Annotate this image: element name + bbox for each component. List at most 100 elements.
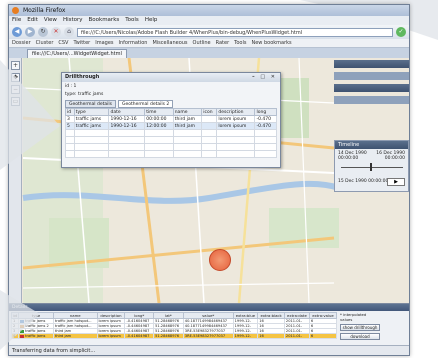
column-header[interactable]: time bbox=[144, 108, 174, 116]
column-header[interactable]: type bbox=[73, 108, 110, 116]
stop-icon[interactable]: ✕ bbox=[51, 27, 61, 37]
bookmark-item[interactable]: Information bbox=[119, 39, 148, 47]
timeline-slider-handle[interactable] bbox=[370, 163, 372, 171]
menu-bookmarks[interactable]: Bookmarks bbox=[89, 16, 120, 25]
bookmark-item[interactable]: Cluster bbox=[36, 39, 54, 47]
panel-section-header[interactable] bbox=[334, 72, 409, 80]
tab-geothermal-details[interactable]: Geothermal details bbox=[65, 100, 116, 108]
firefox-icon bbox=[12, 7, 19, 14]
reload-icon[interactable]: ↻ bbox=[38, 27, 48, 37]
column-header[interactable]: description bbox=[96, 312, 126, 319]
bookmark-item[interactable]: CSV bbox=[58, 39, 68, 47]
details-side-controls: * interpolated values show drillthrough … bbox=[340, 312, 406, 342]
navigation-toolbar: ◀ ▶ ↻ ✕ ⌂ file:///C:/Users/Nicolas/Adobe… bbox=[9, 25, 409, 39]
dialog-meta-id: id : 1 bbox=[65, 84, 77, 89]
zoom-in-icon[interactable]: + bbox=[11, 61, 20, 70]
table-row[interactable]: 3 traffic jams 1990-12-16 00:00:00 third… bbox=[65, 115, 277, 123]
url-field[interactable]: file:///C:/Users/Nicolas/Adobe Flash Bui… bbox=[77, 27, 393, 37]
cell-name: third jam bbox=[52, 333, 98, 339]
tab-geothermal-details-2[interactable]: Geothermal details 2 bbox=[117, 100, 174, 108]
column-header[interactable]: long bbox=[254, 108, 277, 116]
table-row[interactable]: 3traffic jamsthird jamlorem ipsum-0.4460… bbox=[10, 328, 338, 334]
cell-lat: 51.28468976 bbox=[153, 333, 184, 339]
bookmark-item[interactable]: New bookmarks bbox=[251, 39, 291, 47]
column-header[interactable]: id bbox=[65, 108, 75, 116]
cell-date: 2011-01- bbox=[283, 333, 310, 339]
menu-bar: File Edit View History Bookmarks Tools H… bbox=[9, 16, 409, 25]
cell-type: traffic jams bbox=[73, 115, 110, 123]
column-header[interactable]: extra:black bbox=[257, 312, 285, 319]
cell-type-label: traffic jams 2 bbox=[25, 324, 49, 328]
column-header[interactable]: extra:date bbox=[283, 312, 310, 319]
status-bar: Transferring data from simplicit... bbox=[9, 345, 409, 355]
menu-help[interactable]: Help bbox=[145, 16, 158, 25]
drillthrough-dialog: Drillthrough – □ ✕ id : 1 type: traffic … bbox=[61, 72, 281, 168]
play-button[interactable]: ▶ bbox=[387, 178, 405, 186]
bookmark-item[interactable]: Outline bbox=[193, 39, 211, 47]
menu-tools[interactable]: Tools bbox=[125, 16, 139, 25]
menu-edit[interactable]: Edit bbox=[27, 16, 38, 25]
column-header[interactable]: date bbox=[108, 108, 146, 116]
cell-value: 3RE-53E98327977037 bbox=[182, 333, 234, 339]
table-row[interactable]: 4traffic jamsthird jamlorem ipsum-0.4160… bbox=[10, 333, 338, 339]
timeline-panel: Timeline 14 Dec 1990 00:00:00 16 Dec 199… bbox=[334, 140, 409, 192]
menu-history[interactable]: History bbox=[63, 16, 83, 25]
table-row[interactable]: 1traffic jamstraffic jam hotspot...lorem… bbox=[10, 318, 338, 324]
details-title: Details bbox=[9, 304, 409, 311]
cell-long: -0.41604987 bbox=[124, 318, 155, 324]
table-row-empty bbox=[65, 143, 277, 151]
bookmark-item[interactable]: Images bbox=[95, 39, 113, 47]
table-row-empty bbox=[65, 150, 277, 158]
dialog-title: Drillthrough bbox=[65, 74, 100, 80]
timeline-end-date: 16 Dec 1990 00:00:00 bbox=[376, 151, 405, 161]
cell-description: lorem ipsum bbox=[96, 318, 126, 324]
drillthrough-table: id type date time name icon description … bbox=[65, 108, 277, 158]
table-row[interactable]: 2traffic jams 2traffic jam hotspot...lor… bbox=[10, 323, 338, 329]
bookmark-item[interactable]: Dossier bbox=[12, 39, 31, 47]
bookmark-item[interactable]: Miscellaneous bbox=[152, 39, 187, 47]
right-panel: Timeline 14 Dec 1990 00:00:00 16 Dec 199… bbox=[334, 58, 409, 303]
menu-view[interactable]: View bbox=[44, 16, 57, 25]
column-header[interactable]: extra:blue bbox=[232, 312, 259, 319]
column-header[interactable]: name bbox=[172, 108, 203, 116]
home-icon[interactable]: ⌂ bbox=[64, 27, 74, 37]
cell-time: 00:00:00 bbox=[144, 115, 174, 123]
go-icon[interactable]: ✓ bbox=[396, 27, 406, 37]
cell-type: traffic jams bbox=[73, 122, 110, 130]
download-button[interactable]: download bbox=[340, 333, 380, 340]
window-controls-icon[interactable]: – □ ✕ bbox=[252, 73, 277, 82]
traffic-jam-hotspot[interactable] bbox=[209, 249, 231, 271]
cell-type: traffic jams bbox=[18, 333, 54, 339]
bookmark-item[interactable]: Tools bbox=[234, 39, 246, 47]
menu-file[interactable]: File bbox=[12, 16, 21, 25]
cell-long: -0.44604987 bbox=[124, 328, 155, 334]
table-row[interactable]: 5 traffic jams 1990-12-16 12:00:00 third… bbox=[65, 122, 277, 130]
cell-date: 1990-12-16 bbox=[108, 115, 146, 123]
dialog-titlebar: Drillthrough – □ ✕ bbox=[62, 73, 280, 82]
column-header[interactable]: description bbox=[216, 108, 256, 116]
show-drillthrough-button[interactable]: show drillthrough bbox=[340, 324, 380, 331]
panel-section-header[interactable] bbox=[334, 84, 409, 92]
panel-section-header[interactable] bbox=[334, 60, 409, 68]
forward-arrow-icon[interactable]: ▶ bbox=[25, 27, 35, 37]
bookmark-item[interactable]: Twitter bbox=[73, 39, 90, 47]
cell-xval: 6 bbox=[308, 333, 338, 339]
browser-tab[interactable]: file:///C:/Users/...WidgetWidget.html bbox=[27, 49, 127, 58]
back-arrow-icon[interactable]: ◀ bbox=[12, 27, 22, 37]
column-header[interactable]: extra:value bbox=[308, 312, 338, 319]
table-row-empty bbox=[65, 136, 277, 144]
timeline-current-time: 15 Dec 1990 00:00:00 bbox=[338, 179, 389, 184]
cell-description: lorem ipsum bbox=[96, 328, 126, 334]
cell-date: 1990-12-16 bbox=[108, 122, 146, 130]
column-header[interactable]: icon bbox=[201, 108, 218, 116]
cell-type-label: traffic jams bbox=[25, 329, 46, 333]
cell-description: lorem ipsum bbox=[216, 122, 256, 130]
panel-section-header[interactable] bbox=[334, 96, 409, 104]
dialog-meta-type: type: traffic jams bbox=[65, 92, 104, 97]
window-titlebar: Mozilla Firefox bbox=[9, 5, 409, 16]
cell-value: 40.1877149984469437 bbox=[182, 323, 234, 329]
bookmark-item[interactable]: Rater bbox=[216, 39, 230, 47]
cell-lat: 51.28468976 bbox=[153, 318, 184, 324]
timeline-start-date: 14 Dec 1990 00:00:00 bbox=[338, 151, 367, 161]
cell-name: traffic jam hotspot... bbox=[52, 318, 98, 324]
